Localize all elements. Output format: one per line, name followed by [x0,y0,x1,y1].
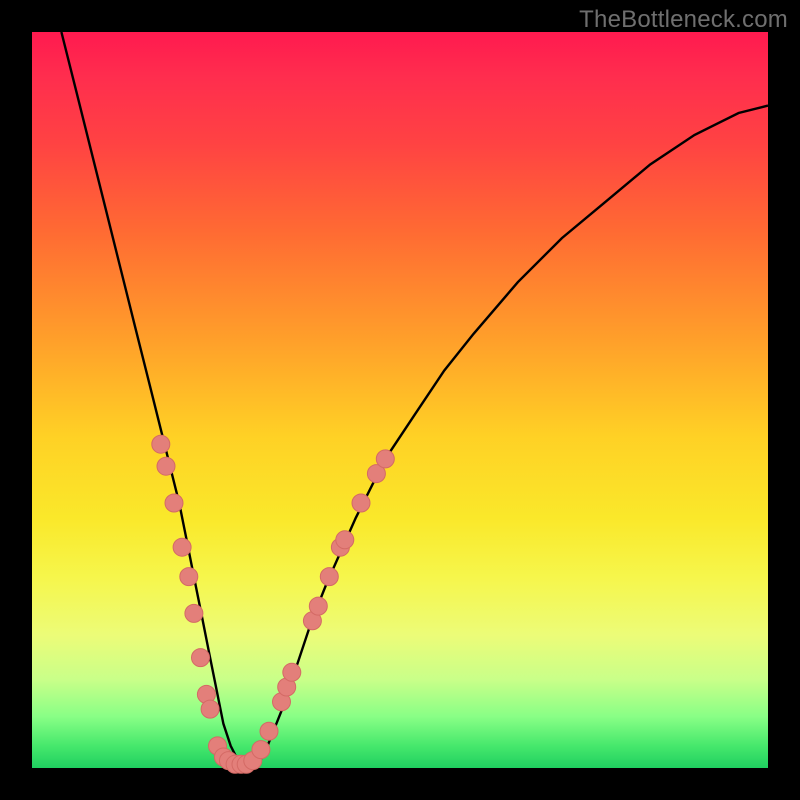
data-marker [173,538,191,556]
data-marker [336,531,354,549]
chart-svg [32,32,768,768]
data-marker [260,722,278,740]
data-marker [320,568,338,586]
data-marker [165,494,183,512]
data-marker [201,700,219,718]
data-marker [252,741,270,759]
data-marker [157,457,175,475]
data-marker [352,494,370,512]
data-marker [180,568,198,586]
marker-group [152,435,394,773]
watermark-text: TheBottleneck.com [579,6,788,34]
data-marker [152,435,170,453]
plot-area [32,32,768,768]
data-marker [185,604,203,622]
data-marker [192,649,210,667]
bottleneck-curve [61,32,768,768]
data-marker [309,597,327,615]
chart-frame: TheBottleneck.com [0,0,800,800]
data-marker [283,663,301,681]
data-marker [376,450,394,468]
